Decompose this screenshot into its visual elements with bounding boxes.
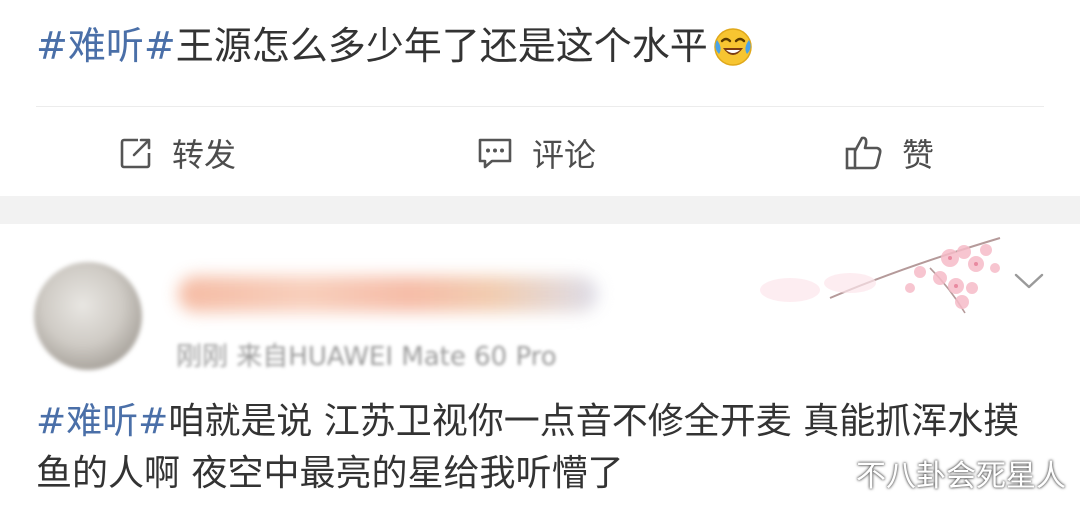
post-hashtag-link[interactable]: #难听# bbox=[36, 24, 176, 68]
post-body: 王源怎么多少年了还是这个水平 bbox=[175, 24, 708, 68]
comment-icon bbox=[476, 135, 514, 171]
thumbs-up-icon bbox=[844, 134, 884, 172]
divider bbox=[36, 106, 1044, 107]
section-separator bbox=[0, 196, 1080, 224]
post-text: #难听#王源怎么多少年了还是这个水平 bbox=[36, 18, 754, 83]
watermark: 不八卦会死星人 bbox=[856, 459, 1066, 494]
username-blurred[interactable] bbox=[178, 276, 598, 312]
repost-icon bbox=[118, 135, 154, 171]
avatar[interactable] bbox=[34, 262, 142, 370]
like-label: 赞 bbox=[902, 136, 935, 174]
repost-label: 转发 bbox=[172, 136, 237, 174]
chevron-down-icon[interactable] bbox=[1014, 272, 1044, 294]
action-bar: 转发 评论 赞 bbox=[0, 118, 1080, 188]
comment-hashtag-link[interactable]: #难听# bbox=[36, 401, 168, 442]
post-meta: 刚刚 来自HUAWEI Mate 60 Pro bbox=[176, 342, 557, 372]
cherry-blossom-decoration-icon bbox=[750, 228, 1010, 328]
like-button[interactable]: 赞 bbox=[844, 118, 934, 188]
comment-button[interactable]: 评论 bbox=[476, 118, 596, 188]
comment-label: 评论 bbox=[532, 136, 597, 174]
repost-button[interactable]: 转发 bbox=[118, 118, 236, 188]
laughing-tears-emoji-icon bbox=[712, 26, 754, 83]
